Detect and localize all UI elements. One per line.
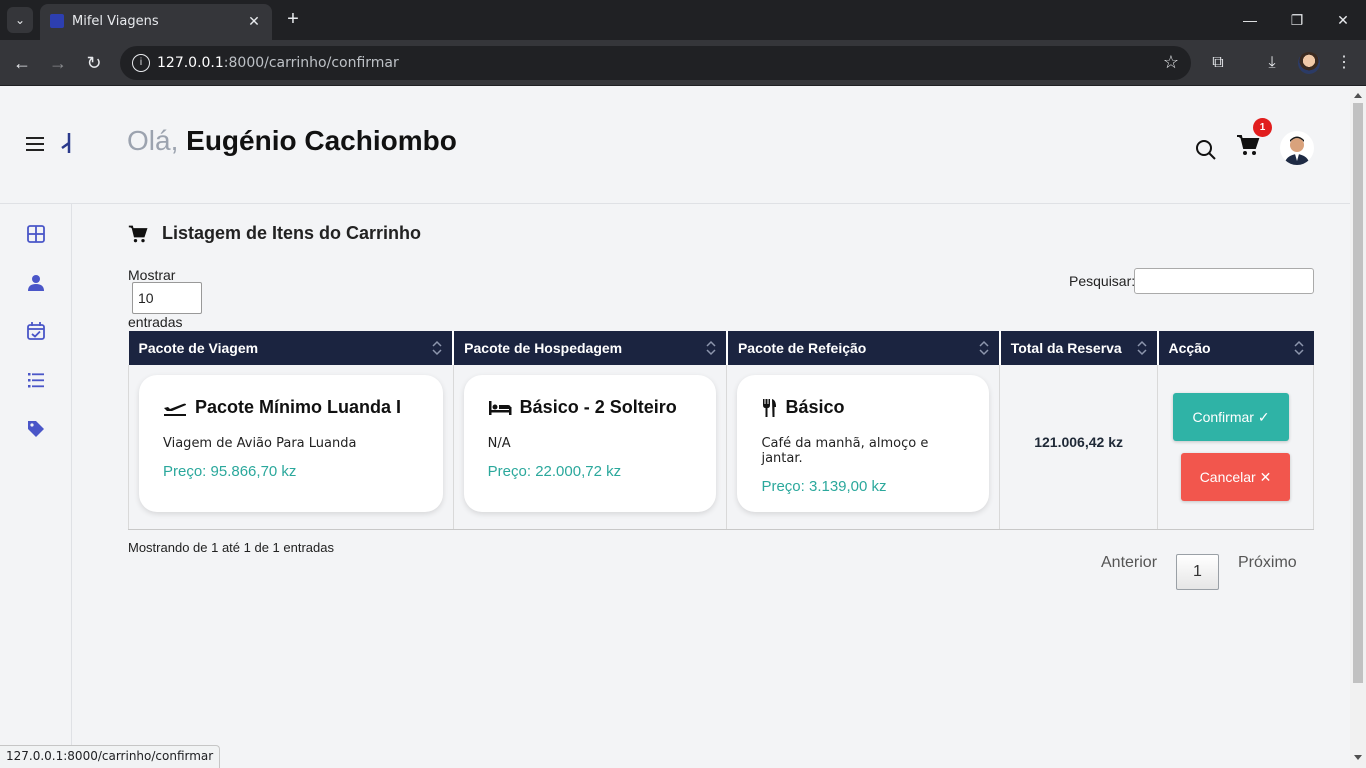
card-title: Básico - 2 Solteiro bbox=[488, 397, 693, 418]
browser-tab[interactable]: Mifel Viagens ✕ bbox=[40, 4, 272, 40]
scroll-thumb[interactable] bbox=[1353, 103, 1363, 683]
column-header-action[interactable]: Acção bbox=[1157, 331, 1314, 365]
app-header: Olá, Eugénio Cachiombo 1 bbox=[0, 87, 1350, 204]
sort-icon bbox=[1293, 340, 1304, 356]
plane-departure-icon bbox=[164, 403, 186, 416]
cart-table: Pacote de Viagem Pacote de Hospedagem Pa… bbox=[128, 331, 1314, 530]
logo-icon bbox=[61, 133, 71, 153]
scroll-down-arrow[interactable] bbox=[1354, 755, 1362, 760]
card-description: Café da manhã, almoço e jantar. bbox=[761, 436, 929, 466]
extensions-icon[interactable]: ⧉ bbox=[1207, 52, 1229, 74]
meal-package-card: Básico Café da manhã, almoço e jantar. P… bbox=[737, 375, 990, 512]
more-menu-icon[interactable]: ⋮ bbox=[1333, 52, 1355, 74]
pagination-page-1[interactable]: 1 bbox=[1176, 554, 1219, 590]
tab-search-button[interactable]: ⌄ bbox=[7, 7, 33, 33]
profile-avatar[interactable] bbox=[1298, 52, 1320, 74]
page-title: Listagem de Itens do Carrinho bbox=[128, 223, 421, 244]
entries-per-page-select[interactable]: 10 bbox=[132, 282, 202, 314]
sort-icon bbox=[432, 340, 442, 356]
column-header-meal[interactable]: Pacote de Refeição bbox=[726, 331, 1001, 365]
search-icon[interactable] bbox=[1195, 139, 1217, 161]
table-row: Pacote Mínimo Luanda I Viagem de Avião P… bbox=[128, 365, 1314, 530]
card-price: Preço: 22.000,72 kz bbox=[487, 463, 622, 480]
card-title: Básico bbox=[761, 397, 965, 418]
tab-close-icon[interactable]: ✕ bbox=[244, 11, 264, 31]
length-label-after: entradas bbox=[128, 314, 183, 330]
lodging-package-card: Básico - 2 Solteiro N/A Preço: 22.000,72… bbox=[463, 375, 717, 512]
cell-lodging: Básico - 2 Solteiro N/A Preço: 22.000,72… bbox=[453, 365, 728, 530]
calendar-check-icon[interactable] bbox=[26, 321, 46, 341]
minimize-icon[interactable]: — bbox=[1236, 8, 1264, 32]
cell-trip: Pacote Mínimo Luanda I Viagem de Avião P… bbox=[128, 365, 454, 530]
page-scrollbar[interactable] bbox=[1350, 87, 1366, 768]
dashboard-grid-icon[interactable] bbox=[26, 224, 46, 244]
card-price: Preço: 95.866,70 kz bbox=[163, 463, 297, 480]
reload-icon[interactable]: ↻ bbox=[82, 51, 106, 75]
table-header-row: Pacote de Viagem Pacote de Hospedagem Pa… bbox=[128, 331, 1314, 365]
card-title: Pacote Mínimo Luanda I bbox=[163, 397, 419, 418]
menu-icon[interactable] bbox=[26, 137, 44, 151]
card-description: N/A bbox=[487, 436, 511, 451]
favicon-icon bbox=[50, 14, 64, 28]
table-search-input[interactable] bbox=[1134, 268, 1314, 294]
card-price: Preço: 3.139,00 kz bbox=[761, 478, 887, 495]
confirm-button[interactable]: Confirmar ✓ bbox=[1173, 393, 1290, 441]
search-label: Pesquisar: bbox=[1069, 273, 1136, 289]
column-header-trip[interactable]: Pacote de Viagem bbox=[128, 331, 455, 365]
tag-icon[interactable] bbox=[26, 419, 46, 439]
download-icon[interactable]: ⤓ bbox=[1261, 52, 1283, 74]
column-header-lodging[interactable]: Pacote de Hospedagem bbox=[453, 331, 728, 365]
url-text: 127.0.0.1:8000/carrinho/confirmar bbox=[157, 55, 399, 71]
cart-count-badge: 1 bbox=[1253, 118, 1272, 137]
cell-total: 121.006,42 kz bbox=[999, 365, 1159, 530]
column-header-total[interactable]: Total da Reserva bbox=[999, 331, 1159, 365]
cell-action: Confirmar ✓ Cancelar ✕ bbox=[1157, 365, 1314, 530]
user-avatar[interactable] bbox=[1280, 131, 1314, 165]
page-title-text: Listagem de Itens do Carrinho bbox=[162, 223, 422, 243]
browser-toolbar: ← → ↻ i 127.0.0.1:8000/carrinho/confirma… bbox=[0, 40, 1366, 86]
bed-icon bbox=[488, 400, 512, 415]
cart-title-icon bbox=[128, 225, 148, 242]
cell-meal: Básico Café da manhã, almoço e jantar. P… bbox=[726, 365, 1001, 530]
new-tab-button[interactable]: + bbox=[282, 8, 304, 30]
sort-icon bbox=[979, 340, 989, 356]
user-name: Eugénio Cachiombo bbox=[186, 125, 457, 156]
table-info: Mostrando de 1 até 1 de 1 entradas bbox=[128, 540, 334, 555]
cart-icon[interactable] bbox=[1236, 133, 1260, 157]
app-page: Olá, Eugénio Cachiombo 1 Listagem de Ite… bbox=[0, 87, 1350, 768]
window-close-icon[interactable]: ✕ bbox=[1329, 8, 1357, 32]
back-icon[interactable]: ← bbox=[10, 51, 34, 75]
pagination-previous[interactable]: Anterior bbox=[1101, 554, 1157, 572]
reservation-total: 121.006,42 kz bbox=[1034, 434, 1123, 450]
pagination-next[interactable]: Próximo bbox=[1238, 554, 1297, 572]
forward-icon[interactable]: → bbox=[46, 51, 70, 75]
site-info-icon[interactable]: i bbox=[132, 54, 150, 72]
restore-icon[interactable]: ❐ bbox=[1283, 8, 1311, 32]
greeting-prefix: Olá, bbox=[127, 125, 179, 156]
sort-icon bbox=[706, 340, 716, 356]
length-label-before: Mostrar bbox=[128, 267, 176, 283]
sort-icon bbox=[1136, 340, 1147, 356]
scroll-up-arrow[interactable] bbox=[1354, 93, 1362, 98]
bookmark-star-icon[interactable]: ☆ bbox=[1163, 52, 1179, 73]
greeting: Olá, Eugénio Cachiombo bbox=[127, 125, 457, 157]
utensils-icon bbox=[763, 398, 777, 417]
user-icon[interactable] bbox=[26, 273, 46, 293]
trip-package-card: Pacote Mínimo Luanda I Viagem de Avião P… bbox=[139, 375, 443, 512]
browser-tab-bar: ⌄ Mifel Viagens ✕ + — ❐ ✕ bbox=[0, 0, 1366, 40]
card-description: Viagem de Avião Para Luanda bbox=[163, 436, 357, 451]
sidebar bbox=[0, 204, 72, 768]
link-status-bar: 127.0.0.1:8000/carrinho/confirmar bbox=[0, 745, 221, 768]
list-icon[interactable] bbox=[26, 370, 46, 390]
tab-title: Mifel Viagens bbox=[72, 14, 159, 29]
cancel-button[interactable]: Cancelar ✕ bbox=[1181, 453, 1291, 501]
address-bar[interactable]: i 127.0.0.1:8000/carrinho/confirmar ☆ bbox=[120, 46, 1191, 80]
